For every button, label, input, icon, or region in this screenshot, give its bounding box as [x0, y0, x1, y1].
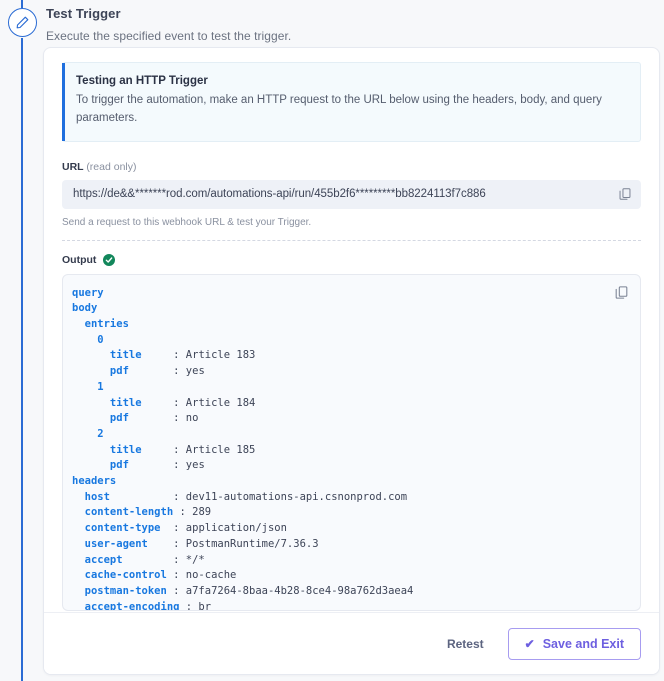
copy-icon[interactable] — [617, 186, 633, 202]
check-circle-icon — [103, 253, 116, 266]
output-tree-value: : application/json — [160, 522, 287, 535]
output-tree-key: title — [72, 349, 142, 362]
output-tree-row: entries — [72, 317, 606, 333]
output-tree-key: query — [72, 286, 104, 299]
page-subtitle: Execute the specified event to test the … — [46, 29, 292, 43]
output-tree-value: : */* — [122, 553, 205, 566]
page-header: Test Trigger Execute the specified event… — [46, 6, 646, 43]
output-tree-key: accept — [72, 553, 123, 566]
save-and-exit-button[interactable]: ✔ Save and Exit — [507, 627, 641, 660]
url-hint: Send a request to this webhook URL & tes… — [62, 216, 312, 228]
output-tree-row: 2 — [72, 427, 606, 443]
output-tree-key: user-agent — [72, 537, 148, 550]
url-label-text: URL — [62, 160, 84, 173]
output-header: Output — [62, 253, 641, 266]
output-tree-key: 2 — [72, 427, 104, 440]
check-icon: ✔ — [524, 636, 535, 651]
pencil-edit-icon[interactable] — [8, 8, 37, 37]
output-tree-row: title : Article 185 — [72, 443, 606, 459]
output-tree-row: 0 — [72, 333, 606, 349]
output-tree-key: accept-encoding — [72, 600, 180, 611]
output-tree-row: user-agent : PostmanRuntime/7.36.3 — [72, 537, 606, 553]
output-tree-row: content-length : 289 — [72, 505, 606, 521]
section-divider — [62, 239, 641, 241]
output-tree-key: title — [72, 396, 142, 409]
url-input[interactable]: https://de&&*******rod.com/automations-a… — [62, 179, 641, 209]
output-tree-row: postman-token : a7fa7264-8baa-4b28-8ce4-… — [72, 584, 606, 600]
rail-line-bottom — [21, 38, 23, 681]
output-tree-row: query — [72, 286, 606, 302]
url-label: URL (read only) — [62, 161, 641, 173]
card-footer: Retest ✔ Save and Exit — [44, 612, 659, 674]
output-tree-value: : no-cache — [166, 569, 237, 582]
output-tree-row: body — [72, 301, 606, 317]
rail-line-top — [21, 0, 23, 8]
output-tree-key: postman-token — [72, 584, 167, 597]
step-rail — [0, 0, 44, 681]
output-tree-key: pdf — [72, 365, 129, 378]
output-tree-key: body — [72, 302, 98, 315]
url-label-readonly: (read only) — [86, 160, 137, 173]
output-tree-key: pdf — [72, 459, 129, 472]
output-tree-value: : yes — [128, 459, 205, 472]
output-tree-value: : no — [128, 412, 199, 425]
output-tree-row: accept-encoding : br — [72, 600, 606, 611]
test-trigger-page: Test Trigger Execute the specified event… — [0, 0, 664, 681]
output-tree-row: headers — [72, 474, 606, 490]
output-tree-key: content-type — [72, 522, 161, 535]
page-title: Test Trigger — [46, 6, 121, 21]
retest-button[interactable]: Retest — [437, 630, 494, 658]
output-tree-row: title : Article 183 — [72, 348, 606, 364]
output-tree-key: host — [72, 490, 110, 503]
output-tree-key: 1 — [72, 380, 104, 393]
card-body: Testing an HTTP Trigger To trigger the a… — [44, 48, 659, 611]
output-tree-row: host : dev11-automations-api.csnonprod.c… — [72, 490, 606, 506]
output-tree: query body entries 0 title : Article 183 … — [72, 286, 606, 611]
output-tree-value: : Article 184 — [141, 396, 256, 409]
output-tree-row: content-type : application/json — [72, 521, 606, 537]
info-banner-title: Testing an HTTP Trigger — [76, 75, 208, 87]
output-tree-value: : Article 185 — [141, 443, 256, 456]
output-label: Output — [62, 253, 97, 266]
output-tree-row: pdf : yes — [72, 364, 606, 380]
info-banner: Testing an HTTP Trigger To trigger the a… — [62, 62, 641, 142]
output-tree-value: : yes — [128, 365, 205, 378]
output-tree-key: cache-control — [72, 569, 167, 582]
output-tree-row: pdf : yes — [72, 458, 606, 474]
output-tree-row: pdf : no — [72, 411, 606, 427]
copy-icon[interactable] — [614, 285, 630, 301]
output-tree-row: cache-control : no-cache — [72, 568, 606, 584]
output-tree-row: title : Article 184 — [72, 396, 606, 412]
output-panel: query body entries 0 title : Article 183 … — [62, 273, 641, 611]
output-tree-key: 0 — [72, 333, 104, 346]
output-tree-key: content-length — [72, 506, 174, 519]
output-tree-value: : dev11-automations-api.csnonprod.com — [109, 490, 408, 503]
output-tree-key: title — [72, 443, 142, 456]
output-tree-row: 1 — [72, 380, 606, 396]
test-trigger-card: Testing an HTTP Trigger To trigger the a… — [43, 47, 660, 675]
output-tree-value: : PostmanRuntime/7.36.3 — [147, 537, 319, 550]
output-tree-value: : 289 — [173, 506, 212, 519]
output-tree-key: pdf — [72, 412, 129, 425]
output-tree-row: accept : */* — [72, 553, 606, 569]
output-tree-value: : a7fa7264-8baa-4b28-8ce4-98a762d3aea4 — [166, 584, 414, 597]
output-tree-key: headers — [72, 475, 117, 488]
output-tree-key: entries — [72, 318, 129, 331]
info-banner-text: To trigger the automation, make an HTTP … — [76, 94, 602, 124]
save-and-exit-label: Save and Exit — [542, 636, 624, 651]
output-tree-value: : Article 183 — [141, 349, 256, 362]
output-tree-value: : br — [179, 600, 212, 611]
url-value: https://de&&*******rod.com/automations-a… — [73, 188, 486, 201]
